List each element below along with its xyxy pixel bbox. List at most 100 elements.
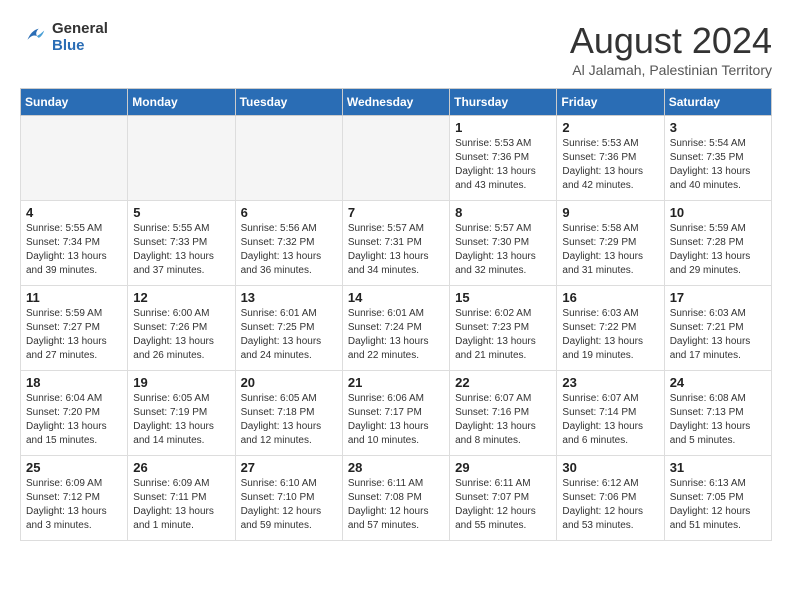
calendar-cell [128,116,235,201]
calendar-cell: 22 Sunrise: 6:07 AM Sunset: 7:16 PM Dayli… [450,371,557,456]
day-info: Sunrise: 6:05 AM Sunset: 7:19 PM Dayligh… [133,392,229,448]
calendar-cell: 20Sunrise: 6:05 AM Sunset: 7:18 PM Dayli… [235,371,342,456]
day-info: Sunrise: 6:07 AM Sunset: 7:14 PM Dayligh… [562,392,658,448]
page-header: General Blue August 2024 Al Jalamah, Pal… [20,20,772,78]
calendar-cell: 2 Sunrise: 5:53 AM Sunset: 7:36 PM Daylig… [557,116,664,201]
day-number: 25 [26,460,122,475]
day-info: Sunrise: 6:02 AM Sunset: 7:23 PM Dayligh… [455,307,551,363]
calendar-cell: 25 Sunrise: 6:09 AM Sunset: 7:12 PM Dayli… [21,456,128,541]
day-number: 11 [26,290,122,305]
day-number: 9 [562,205,658,220]
day-number: 28 [348,460,444,475]
calendar-cell [342,116,449,201]
calendar-cell: 18Sunrise: 6:04 AM Sunset: 7:20 PM Dayli… [21,371,128,456]
day-info: Sunrise: 5:59 AM Sunset: 7:27 PM Dayligh… [26,307,122,363]
day-info: Sunrise: 6:01 AM Sunset: 7:25 PM Dayligh… [241,307,337,363]
location-title: Al Jalamah, Palestinian Territory [570,62,772,78]
calendar-cell: 9 Sunrise: 5:58 AM Sunset: 7:29 PM Daylig… [557,201,664,286]
logo-text: General Blue [52,20,108,54]
day-info: Sunrise: 5:59 AM Sunset: 7:28 PM Dayligh… [670,222,766,278]
calendar-cell: 3Sunrise: 5:54 AM Sunset: 7:35 PM Daylig… [664,116,771,201]
day-number: 13 [241,290,337,305]
day-info: Sunrise: 5:57 AM Sunset: 7:30 PM Dayligh… [455,222,551,278]
calendar-cell [235,116,342,201]
day-info: Sunrise: 6:03 AM Sunset: 7:21 PM Dayligh… [670,307,766,363]
day-number: 4 [26,205,122,220]
day-number: 10 [670,205,766,220]
day-number: 1 [455,120,551,135]
calendar-cell: 15 Sunrise: 6:02 AM Sunset: 7:23 PM Dayli… [450,286,557,371]
calendar-cell: 31 Sunrise: 6:13 AM Sunset: 7:05 PM Dayli… [664,456,771,541]
day-number: 19 [133,375,229,390]
day-info: Sunrise: 5:56 AM Sunset: 7:32 PM Dayligh… [241,222,337,278]
calendar-week-3: 11 Sunrise: 5:59 AM Sunset: 7:27 PM Dayli… [21,286,772,371]
day-number: 6 [241,205,337,220]
header-thursday: Thursday [450,89,557,116]
calendar-cell: 1Sunrise: 5:53 AM Sunset: 7:36 PM Daylig… [450,116,557,201]
day-info: Sunrise: 5:58 AM Sunset: 7:29 PM Dayligh… [562,222,658,278]
calendar-week-1: 1 Sunrise: 5:53 AM Sunset: 7:36 PM Daylig… [21,116,772,201]
calendar-cell: 10 Sunrise: 5:59 AM Sunset: 7:28 PM Dayli… [664,201,771,286]
header-sunday: Sunday [21,89,128,116]
day-info: Sunrise: 6:13 AM Sunset: 7:05 PM Dayligh… [670,477,766,533]
day-number: 26 [133,460,229,475]
day-info: Sunrise: 5:55 AM Sunset: 7:34 PM Dayligh… [26,222,122,278]
calendar-cell: 12 Sunrise: 6:00 AM Sunset: 7:26 PM Dayli… [128,286,235,371]
day-number: 21 [348,375,444,390]
day-info: Sunrise: 6:06 AM Sunset: 7:17 PM Dayligh… [348,392,444,448]
day-number: 18 [26,375,122,390]
day-number: 22 [455,375,551,390]
calendar-cell: 8 Sunrise: 5:57 AM Sunset: 7:30 PM Daylig… [450,201,557,286]
day-info: Sunrise: 6:08 AM Sunset: 7:13 PM Dayligh… [670,392,766,448]
day-info: Sunrise: 6:12 AM Sunset: 7:06 PM Dayligh… [562,477,658,533]
day-number: 24 [670,375,766,390]
calendar-cell: 28 Sunrise: 6:11 AM Sunset: 7:08 PM Dayli… [342,456,449,541]
calendar-cell: 17Sunrise: 6:03 AM Sunset: 7:21 PM Dayli… [664,286,771,371]
day-info: Sunrise: 6:03 AM Sunset: 7:22 PM Dayligh… [562,307,658,363]
header-saturday: Saturday [664,89,771,116]
calendar-cell: 6 Sunrise: 5:56 AM Sunset: 7:32 PM Daylig… [235,201,342,286]
day-number: 30 [562,460,658,475]
calendar-cell: 19 Sunrise: 6:05 AM Sunset: 7:19 PM Dayli… [128,371,235,456]
day-number: 16 [562,290,658,305]
calendar-week-4: 18Sunrise: 6:04 AM Sunset: 7:20 PM Dayli… [21,371,772,456]
calendar-cell [21,116,128,201]
calendar-week-2: 4 Sunrise: 5:55 AM Sunset: 7:34 PM Daylig… [21,201,772,286]
calendar-cell: 4 Sunrise: 5:55 AM Sunset: 7:34 PM Daylig… [21,201,128,286]
header-friday: Friday [557,89,664,116]
day-info: Sunrise: 6:07 AM Sunset: 7:16 PM Dayligh… [455,392,551,448]
logo-icon [20,23,48,51]
day-info: Sunrise: 6:11 AM Sunset: 7:08 PM Dayligh… [348,477,444,533]
day-info: Sunrise: 5:54 AM Sunset: 7:35 PM Dayligh… [670,137,766,193]
calendar-cell: 14Sunrise: 6:01 AM Sunset: 7:24 PM Dayli… [342,286,449,371]
day-info: Sunrise: 6:09 AM Sunset: 7:12 PM Dayligh… [26,477,122,533]
calendar-cell: 16 Sunrise: 6:03 AM Sunset: 7:22 PM Dayli… [557,286,664,371]
calendar-cell: 30 Sunrise: 6:12 AM Sunset: 7:06 PM Dayli… [557,456,664,541]
day-number: 2 [562,120,658,135]
day-info: Sunrise: 6:00 AM Sunset: 7:26 PM Dayligh… [133,307,229,363]
calendar-title-block: August 2024 Al Jalamah, Palestinian Terr… [570,20,772,78]
calendar-week-5: 25 Sunrise: 6:09 AM Sunset: 7:12 PM Dayli… [21,456,772,541]
day-number: 12 [133,290,229,305]
calendar-cell: 11 Sunrise: 5:59 AM Sunset: 7:27 PM Dayli… [21,286,128,371]
calendar-cell: 7Sunrise: 5:57 AM Sunset: 7:31 PM Daylig… [342,201,449,286]
day-number: 29 [455,460,551,475]
day-number: 15 [455,290,551,305]
day-info: Sunrise: 6:01 AM Sunset: 7:24 PM Dayligh… [348,307,444,363]
header-tuesday: Tuesday [235,89,342,116]
day-number: 8 [455,205,551,220]
day-number: 31 [670,460,766,475]
day-number: 27 [241,460,337,475]
calendar-cell: 29Sunrise: 6:11 AM Sunset: 7:07 PM Dayli… [450,456,557,541]
calendar-cell: 26Sunrise: 6:09 AM Sunset: 7:11 PM Dayli… [128,456,235,541]
day-info: Sunrise: 5:55 AM Sunset: 7:33 PM Dayligh… [133,222,229,278]
day-info: Sunrise: 5:53 AM Sunset: 7:36 PM Dayligh… [562,137,658,193]
day-number: 23 [562,375,658,390]
month-title: August 2024 [570,20,772,62]
calendar-header-row: Sunday Monday Tuesday Wednesday Thursday… [21,89,772,116]
calendar-cell: 24 Sunrise: 6:08 AM Sunset: 7:13 PM Dayli… [664,371,771,456]
day-info: Sunrise: 6:10 AM Sunset: 7:10 PM Dayligh… [241,477,337,533]
day-number: 5 [133,205,229,220]
day-number: 7 [348,205,444,220]
calendar-table: Sunday Monday Tuesday Wednesday Thursday… [20,88,772,541]
